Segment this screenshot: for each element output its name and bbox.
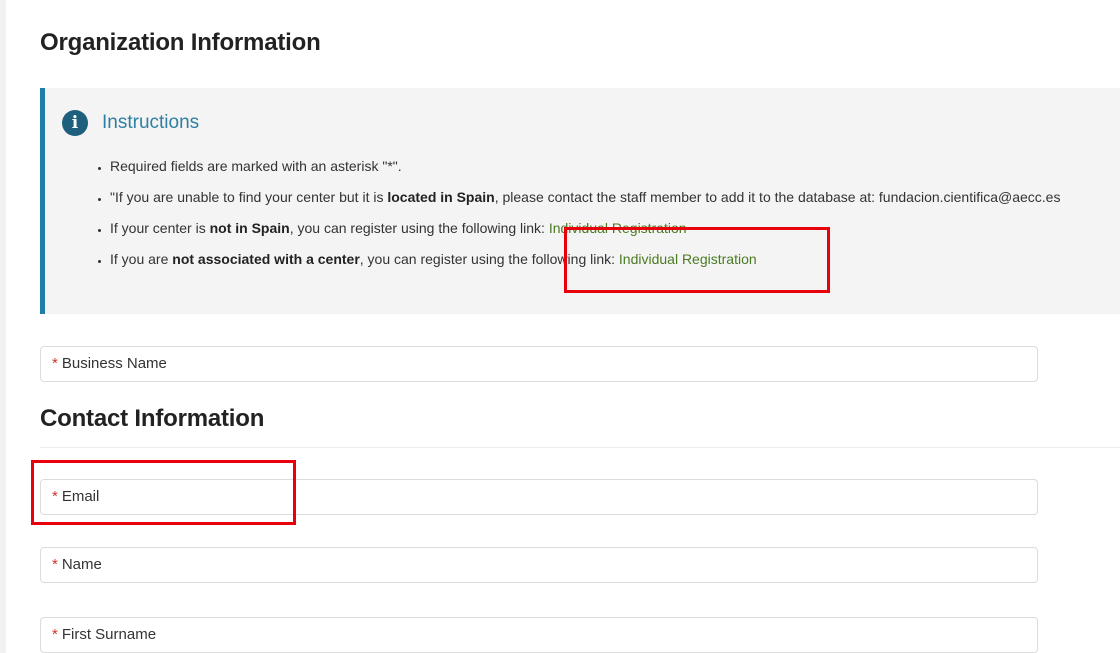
- first-surname-placeholder: First Surname: [61, 626, 157, 643]
- instruction-text: Required fields are marked with an aster…: [110, 158, 402, 174]
- individual-registration-link[interactable]: Individual Registration: [549, 220, 687, 236]
- email-placeholder: Email: [61, 488, 100, 505]
- instructions-title: Instructions: [102, 112, 200, 133]
- business-name-field[interactable]: * Business Name: [40, 346, 1038, 382]
- instruction-text: , you can register using the following l…: [359, 251, 619, 267]
- required-asterisk: *: [52, 556, 58, 573]
- instruction-item-no-center: If you are not associated with a center,…: [110, 249, 1100, 269]
- instruction-text: If your center is: [110, 220, 210, 236]
- individual-registration-link-no-center[interactable]: Individual Registration: [619, 251, 757, 267]
- email-field[interactable]: * Email: [40, 479, 1038, 515]
- instruction-emphasis: not in Spain: [209, 220, 290, 236]
- instruction-item-spain: "If you are unable to find your center b…: [110, 187, 1100, 207]
- instruction-item-not-spain: If your center is not in Spain, you can …: [110, 218, 1100, 238]
- organization-section-title: Organization Information: [40, 29, 321, 56]
- instruction-emphasis: not associated with a center: [172, 251, 360, 267]
- instruction-text: , you can register using the following l…: [289, 220, 549, 236]
- first-surname-field[interactable]: * First Surname: [40, 617, 1038, 653]
- instruction-text: "If you are unable to find your center b…: [110, 189, 388, 205]
- left-border: [0, 0, 6, 653]
- instructions-list: Required fields are marked with an aster…: [92, 156, 1100, 280]
- instruction-emphasis: located in Spain: [387, 189, 495, 205]
- required-asterisk: *: [52, 355, 58, 372]
- info-icon: i: [62, 110, 88, 136]
- name-placeholder: Name: [61, 556, 102, 573]
- instruction-text: If you are: [110, 251, 173, 267]
- section-divider: [40, 447, 1120, 448]
- instructions-panel: i Instructions Required fields are marke…: [40, 88, 1120, 314]
- required-asterisk: *: [52, 488, 58, 505]
- business-name-placeholder: Business Name: [61, 355, 167, 372]
- contact-section-title: Contact Information: [40, 405, 265, 432]
- instruction-item-required: Required fields are marked with an aster…: [110, 156, 1100, 176]
- name-field[interactable]: * Name: [40, 547, 1038, 583]
- required-asterisk: *: [52, 626, 58, 643]
- instruction-text: , please contact the staff member to add…: [494, 189, 1061, 205]
